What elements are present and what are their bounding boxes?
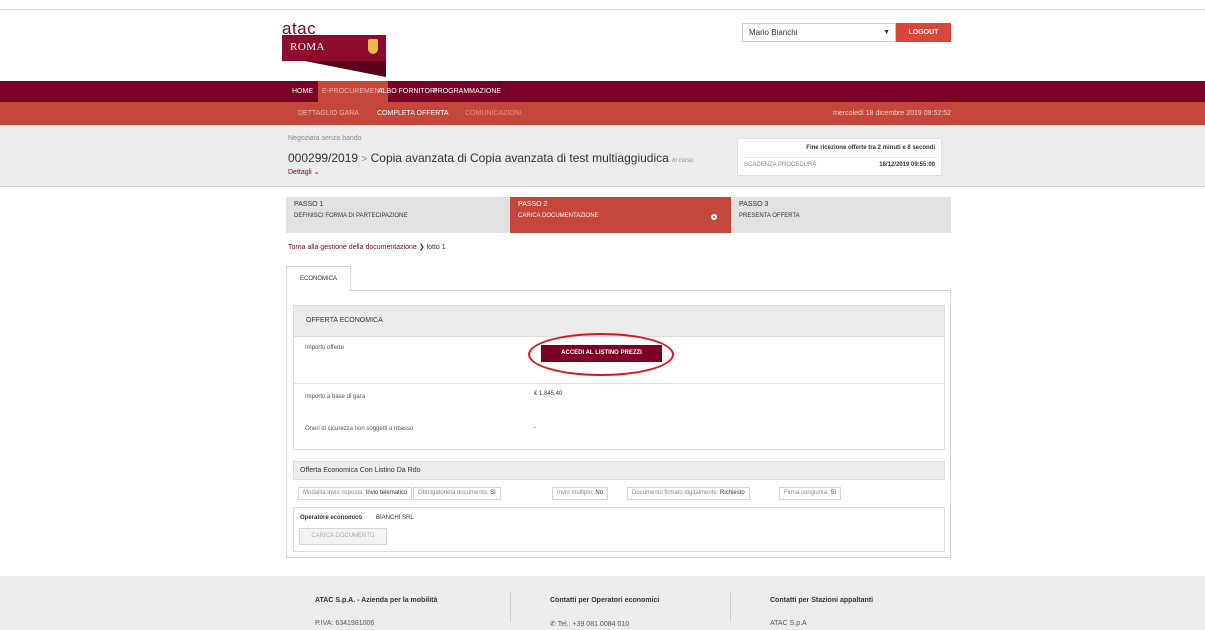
crest-icon [368, 39, 378, 54]
footer-stations-company: ATAC S.p.A [770, 620, 807, 627]
subnav-dettaglio-gara[interactable]: DETTAGLIO GARA [298, 102, 359, 125]
chip-mandatory-document-key: Obbligatorietà documento: [418, 490, 489, 496]
step-1-title: PASSO 1 [294, 201, 324, 208]
breadcrumb-current: lotto 1 [426, 244, 446, 251]
footer-stations-title: Contatti per Stazioni appaltanti [770, 597, 874, 604]
logout-button[interactable]: LOGOUT [896, 23, 951, 42]
base-amount-label: Importo a base di gara [305, 394, 366, 400]
procedure-separator: > [361, 154, 368, 165]
chip-multiple-submission: Invio multiplo: No [552, 487, 609, 500]
phone-icon: ✆ [550, 621, 556, 628]
sub-nav: DETTAGLIO GARA COMPLETA OFFERTA COMUNICA… [0, 102, 1205, 125]
operator-label: Operatore economico [300, 515, 363, 521]
top-divider [0, 9, 1205, 10]
step-1[interactable]: PASSO 1 DEFINISCI FORMA DI PARTECIPAZION… [286, 197, 510, 233]
safety-costs-value: - [534, 425, 536, 431]
details-label: Dettagli [288, 169, 312, 176]
subnav-comunicazioni[interactable]: COMUNICAZIONI [465, 102, 522, 125]
highlight-ellipse [528, 333, 674, 376]
caret-down-icon: ▼ [883, 29, 890, 36]
chip-joint-signature: Firma congiunta: Sì [779, 487, 842, 500]
offer-card-header: OFFERTA ECONOMICA [293, 305, 945, 337]
footer-company-vat: P.IVA: 6341981006 [315, 620, 375, 627]
gear-icon [711, 214, 717, 220]
deadline-box: Fine ricezione offerte tra 2 minuti e 8 … [737, 138, 942, 176]
user-select[interactable]: Mario Bianchi ▼ [742, 23, 896, 42]
nav-home[interactable]: HOME [292, 81, 313, 102]
logo-roma: ROMA [290, 41, 326, 53]
footer-operators-phone: ✆ Tel.: +39 081 0084 010 [550, 620, 629, 628]
main-nav: HOME E-PROCUREMENT ALBO FORNITORI PROGRA… [0, 81, 1205, 102]
deadline-divider [744, 157, 935, 158]
chip-multiple-submission-value: No [595, 490, 604, 496]
operator-value: BIANCHI SRL [376, 515, 414, 521]
footer-divider-1 [510, 592, 511, 622]
chip-mandatory-document-value: Sì [490, 490, 496, 496]
price-list-card-header: Offerta Economica Con Listino Da Rdo [293, 461, 945, 480]
chip-digital-signature: Documento firmato digitalmente: Richiest… [627, 487, 750, 500]
details-toggle[interactable]: Dettagli ⌄ [288, 168, 320, 176]
operator-section [293, 507, 945, 552]
procedure-title: 000299/2019 > Copia avanzata di Copia av… [288, 151, 693, 165]
deadline-countdown: Fine ricezione offerte tra 2 minuti e 8 … [806, 145, 935, 151]
safety-costs-label: Oneri di sicurezza non soggetti a ribass… [305, 426, 414, 432]
footer-operators-title: Contatti per Operatori economici [550, 597, 660, 604]
breadcrumb-back-link[interactable]: Torna alla gestione della documentazione [288, 244, 417, 251]
step-2-title: PASSO 2 [518, 201, 548, 208]
procedure-name: Copia avanzata di Copia avanzata di test… [370, 151, 669, 165]
chip-digital-signature-key: Documento firmato digitalmente: [632, 490, 719, 496]
deadline-label: SCADENZA PROCEDURA [744, 162, 817, 168]
upload-document-button[interactable]: CARICA DOCUMENTO [299, 528, 387, 545]
step-2[interactable]: PASSO 2 CARICA DOCUMENTAZIONE [510, 197, 731, 233]
logo-tail [282, 61, 386, 77]
base-amount-value: € 1.845,40 [534, 391, 563, 397]
step-3[interactable]: PASSO 3 PRESENTA OFFERTA [731, 197, 951, 233]
chip-joint-signature-value: Sì [830, 490, 837, 496]
chip-multiple-submission-key: Invio multiplo: [557, 490, 594, 496]
current-date: mercoledì 18 dicembre 2019 09:52:52 [833, 110, 951, 117]
procedure-status: In corso [672, 158, 694, 164]
deadline-value: 18/12/2019 09:55:00 [879, 162, 935, 168]
chip-submission-mode: Modalità invio risposta: Invio telematic… [298, 487, 413, 500]
nav-programmazione[interactable]: PROGRAMMAZIONE [433, 81, 501, 102]
breadcrumb: Torna alla gestione della documentazione… [288, 243, 446, 251]
procedure-type: Negoziata senza bando [288, 135, 362, 142]
user-select-value: Mario Bianchi [749, 28, 798, 37]
chip-digital-signature-value: Richiesto [720, 490, 745, 496]
step-3-title: PASSO 3 [739, 201, 769, 208]
step-2-subtitle: CARICA DOCUMENTAZIONE [518, 213, 599, 219]
step-1-subtitle: DEFINISCI FORMA DI PARTECIPAZIONE [294, 213, 408, 219]
offer-row-divider [294, 383, 944, 384]
chevron-down-icon: ⌄ [313, 169, 320, 176]
chip-mandatory-document: Obbligatorietà documento: Sì [413, 487, 501, 500]
chip-joint-signature-key: Firma congiunta: [784, 490, 829, 496]
footer-company-title: ATAC S.p.A. - Azienda per la mobilità [315, 597, 438, 604]
tab-economica[interactable]: ECONOMICA [286, 266, 351, 291]
offered-amount-label: Importo offerto [305, 345, 344, 351]
subnav-completa-offerta[interactable]: COMPLETA OFFERTA [377, 102, 449, 125]
step-3-subtitle: PRESENTA OFFERTA [739, 213, 800, 219]
chip-submission-mode-value: Invio telematico [365, 490, 408, 496]
chip-submission-mode-key: Modalità invio risposta: [303, 490, 365, 496]
chevron-right-icon: ❯ [418, 244, 425, 251]
footer-operators-phone-text: Tel.: +39 081 0084 010 [557, 621, 630, 628]
procedure-code: 000299/2019 [288, 151, 359, 165]
nav-albo-fornitori[interactable]: ALBO FORNITORI [378, 81, 437, 102]
footer-divider-2 [730, 592, 731, 622]
